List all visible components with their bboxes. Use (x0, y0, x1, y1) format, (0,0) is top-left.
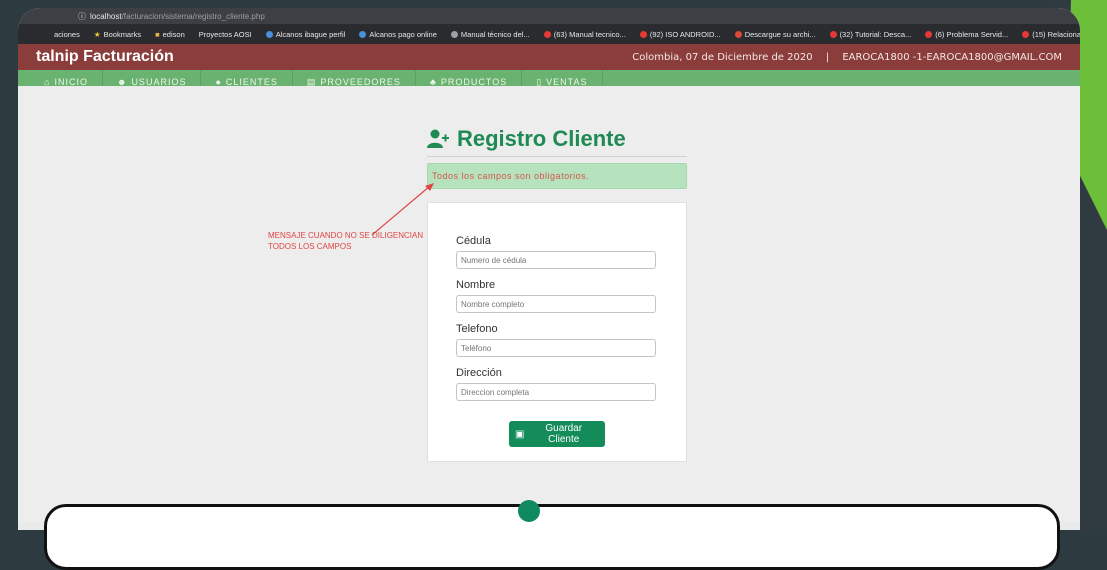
telefono-label: Telefono (456, 323, 498, 335)
bookmark-favicon (450, 30, 458, 38)
youtube-icon (829, 30, 837, 38)
youtube-icon (925, 30, 933, 38)
bookmark-item[interactable]: Manual técnico del... (450, 30, 530, 39)
url-host: localhost (90, 11, 122, 21)
star-icon: ★ (93, 29, 101, 39)
bookmark-item[interactable]: ■ edison (155, 30, 185, 39)
youtube-icon (1022, 30, 1030, 38)
bookmark-item[interactable]: (32) Tutorial: Desca... (829, 30, 911, 39)
direccion-label: Dirección (456, 367, 502, 379)
direccion-input[interactable] (456, 383, 656, 401)
bookmark-favicon (359, 30, 367, 38)
client-form: Cédula Nombre Telefono Dirección ▣ Guard… (427, 202, 687, 462)
slide-bottom-circle (518, 500, 540, 522)
bookmark-item[interactable]: (92) ISO ANDROID... (639, 30, 721, 39)
header-info: Colombia, 07 de Diciembre de 2020 | EARO… (632, 52, 1062, 63)
add-user-icon (427, 129, 449, 148)
header-date: Colombia, 07 de Diciembre de 2020 (632, 51, 813, 63)
nombre-input[interactable] (456, 295, 656, 313)
folder-icon: ■ (155, 29, 160, 39)
page-title-block: Registro Cliente (427, 122, 687, 157)
app-brand: talnip Facturación (36, 48, 174, 65)
slide-bottom-callout (44, 504, 1060, 570)
info-icon: ⓘ (78, 11, 86, 21)
bookmark-favicon (265, 30, 273, 38)
save-client-button[interactable]: ▣ Guardar Cliente (509, 421, 605, 447)
nombre-label: Nombre (456, 279, 496, 291)
bookmark-item[interactable]: ★ Bookmarks (94, 30, 141, 39)
bookmarks-bar: aciones ★ Bookmarks ■ edison Proyectos AOS… (18, 24, 1080, 44)
save-client-label: Guardar Cliente (545, 423, 583, 445)
youtube-icon (543, 30, 551, 38)
address-bar[interactable]: ⓘ localhost /facturacion/sistema/registr… (18, 8, 1080, 24)
bookmark-item[interactable]: Proyectos AOSI (199, 30, 252, 39)
header-separator: | (825, 51, 830, 63)
bookmark-item[interactable]: aciones (54, 30, 80, 39)
app-header: talnip Facturación Colombia, 07 de Dicie… (18, 44, 1080, 70)
bookmark-item[interactable]: Descargue su archi... (734, 30, 816, 39)
validation-alert: Todos los campos son obligatorios. (427, 163, 687, 189)
save-icon: ▣ (515, 428, 525, 440)
bookmark-item[interactable]: Alcanos ibague perfil (265, 30, 345, 39)
bookmark-item[interactable]: (63) Manual tecnico... (543, 30, 626, 39)
telefono-input[interactable] (456, 339, 656, 357)
cedula-label: Cédula (456, 235, 491, 247)
bookmark-item[interactable]: (6) Problema Servid... (925, 30, 1008, 39)
bookmark-favicon (734, 30, 742, 38)
bookmark-item[interactable]: (15) Relacionar tabl... (1022, 30, 1080, 39)
youtube-icon (639, 30, 647, 38)
header-user: EAROCA1800 -1-EAROCA1800@GMAIL.COM (842, 51, 1062, 63)
bookmark-item[interactable]: Alcanos pago online (359, 30, 437, 39)
cedula-input[interactable] (456, 251, 656, 269)
page-title: Registro Cliente (457, 126, 626, 151)
annotation-text: MENSAJE CUANDO NO SE DILIGENCIAN TODOS L… (268, 231, 424, 251)
url-path: /facturacion/sistema/registro_cliente.ph… (121, 11, 265, 21)
